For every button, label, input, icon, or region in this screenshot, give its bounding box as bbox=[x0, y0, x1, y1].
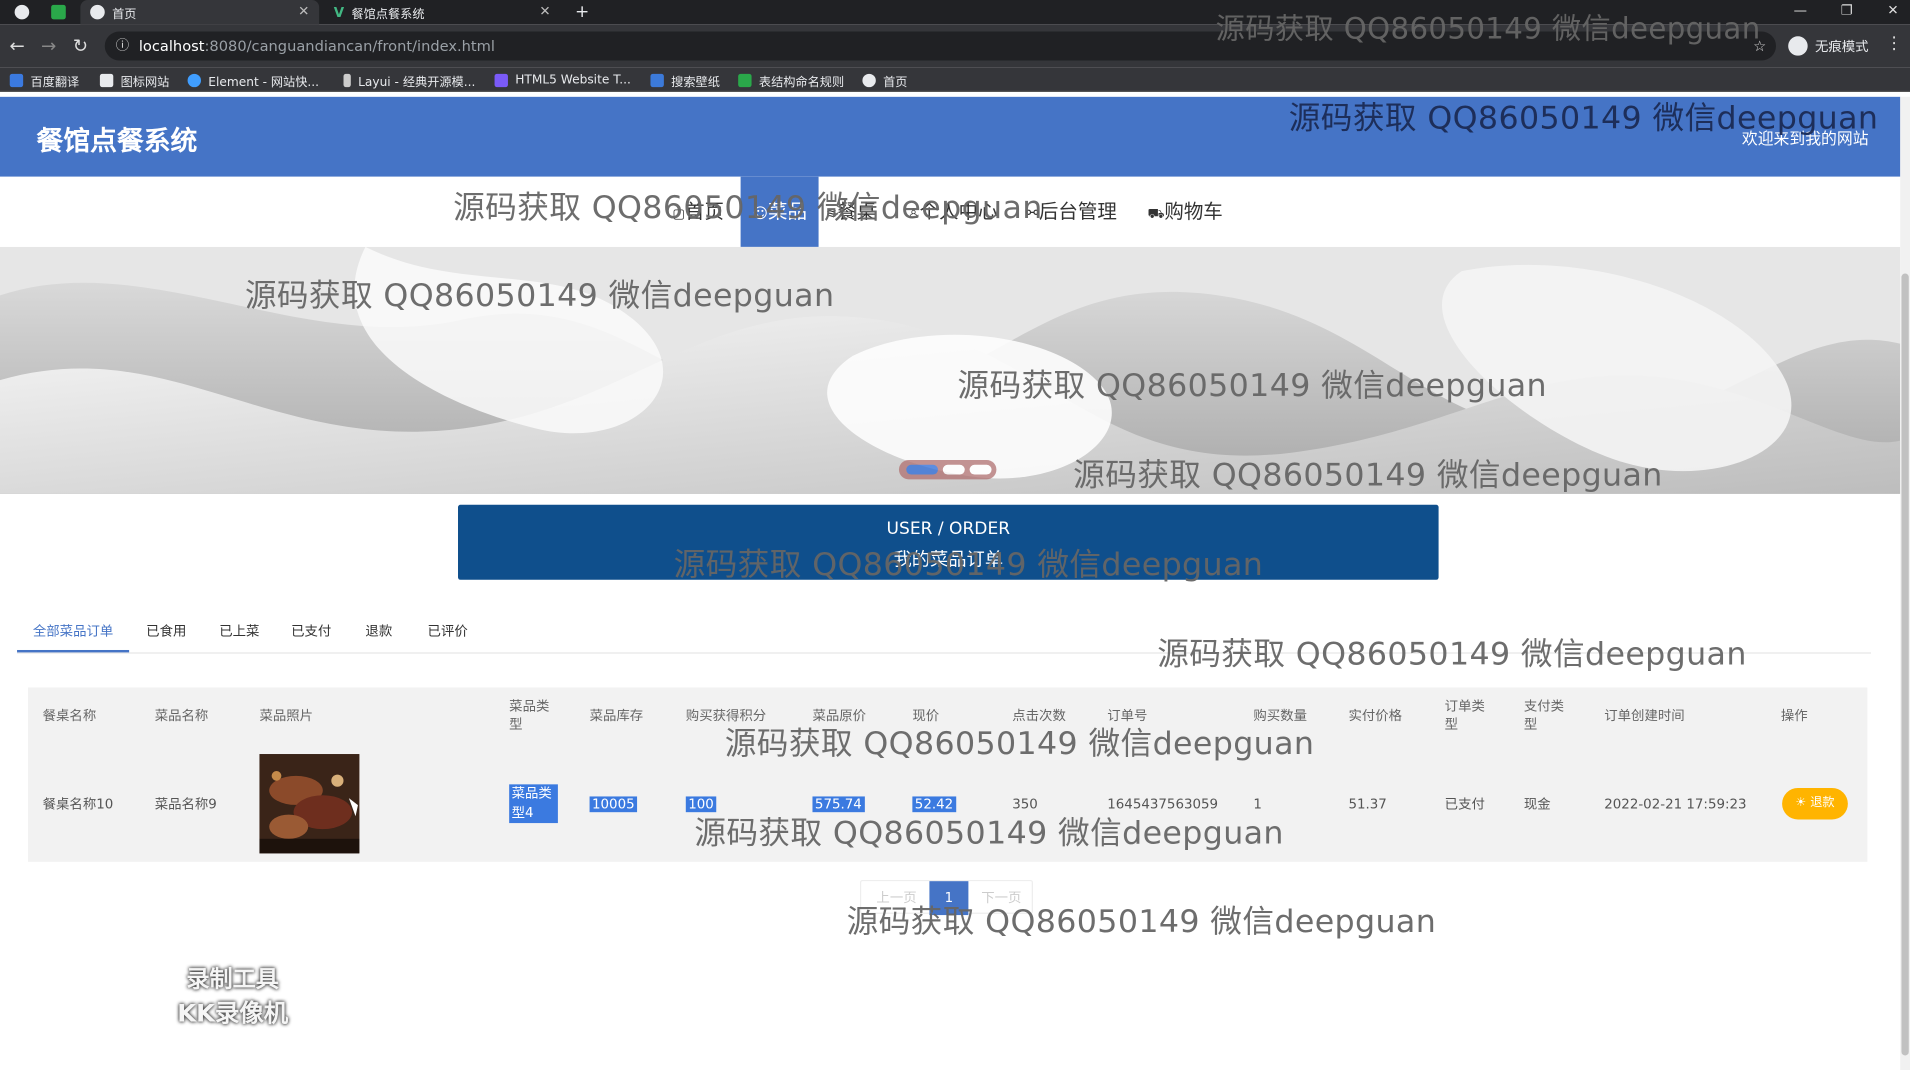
translate-icon bbox=[9, 73, 24, 87]
tab-label: 首页 bbox=[112, 7, 137, 22]
url-path: :8080/canguandiancan/front/index.html bbox=[204, 37, 495, 55]
tab-refund[interactable]: 退款 bbox=[365, 615, 392, 653]
refund-button[interactable]: ☀ 退款 bbox=[1782, 787, 1848, 820]
tab-eaten[interactable]: 已食用 bbox=[146, 615, 186, 653]
column-header: 菜品库存 bbox=[589, 707, 644, 724]
tab-all-orders[interactable]: 全部菜品订单 bbox=[17, 615, 130, 653]
watermark-text: 源码获取 QQ86050149 微信deepguan bbox=[453, 190, 1043, 227]
bookmark-item[interactable]: HTML5 Website T... bbox=[494, 70, 631, 89]
browser-menu-kebab-icon[interactable]: ⋮ bbox=[1886, 34, 1903, 53]
reload-icon[interactable]: ↻ bbox=[68, 34, 92, 58]
browser-menu-icon[interactable] bbox=[14, 4, 30, 20]
sheet-icon bbox=[738, 73, 752, 87]
watermark-text: 源码获取 QQ86050149 微信deepguan bbox=[694, 815, 1284, 853]
carousel-dot-3[interactable] bbox=[969, 464, 992, 475]
carousel-dot-1[interactable] bbox=[906, 464, 938, 475]
browser-tab-system[interactable]: V 餐馆点餐系统 ✕ bbox=[324, 0, 560, 24]
bookmark-item[interactable]: Layui - 经典开源模... bbox=[343, 70, 475, 89]
close-tab-icon[interactable]: ✕ bbox=[539, 4, 550, 20]
bookmark-item[interactable]: 表结构命名规则 bbox=[738, 70, 844, 89]
minimize-icon[interactable]: — bbox=[1778, 0, 1822, 24]
section-title-en: USER / ORDER bbox=[886, 519, 1011, 539]
column-header: 菜品类型 bbox=[509, 698, 550, 733]
watermark-text: 源码获取 QQ86050149 微信deepguan bbox=[673, 547, 1264, 584]
nav-item-cart[interactable]: ⛟购物车 bbox=[1147, 177, 1222, 247]
dish-photo bbox=[259, 754, 360, 854]
new-tab-button[interactable]: + bbox=[565, 0, 597, 24]
column-header: 菜品照片 bbox=[259, 707, 314, 724]
column-header: 实付价格 bbox=[1348, 707, 1403, 724]
cell-paid: 51.37 bbox=[1348, 795, 1387, 812]
column-header: 订单创建时间 bbox=[1604, 707, 1685, 724]
screen: 首页 ✕ V 餐馆点餐系统 ✕ + — ❐ ✕ ← → ↻ ⓘ localhos… bbox=[0, 0, 1910, 1070]
cell-created: 2022-02-21 17:59:23 bbox=[1604, 795, 1747, 812]
url-host: localhost bbox=[138, 37, 205, 55]
bookmark-item[interactable]: 百度翻译 bbox=[9, 70, 79, 89]
cell-dish-type: 菜品类型4 bbox=[509, 753, 558, 855]
close-tab-icon[interactable]: ✕ bbox=[298, 4, 309, 20]
refund-icon: ☀ bbox=[1795, 796, 1807, 810]
bookmarks-bar: 百度翻译 图标网站 Element - 网站快... Layui - 经典开源模… bbox=[0, 67, 1910, 92]
watermark-text: 源码获取 QQ86050149 微信deepguan bbox=[724, 726, 1315, 763]
scrollbar-thumb[interactable] bbox=[1901, 273, 1909, 1056]
cell-pay-type: 现金 bbox=[1523, 796, 1551, 813]
column-header: 餐桌名称 bbox=[42, 707, 97, 724]
cell-stock: 10005 bbox=[589, 753, 638, 855]
column-header: 菜品名称 bbox=[154, 707, 209, 724]
watermark-text: 源码获取 QQ86050149 微信deepguan bbox=[244, 278, 835, 315]
restore-icon[interactable]: ❐ bbox=[1825, 0, 1869, 24]
layui-icon bbox=[343, 73, 351, 87]
watermark-text: 源码获取 QQ86050149 微信deepguan bbox=[1157, 636, 1747, 673]
globe-icon bbox=[90, 4, 105, 20]
forward-icon[interactable]: → bbox=[37, 34, 61, 58]
watermark-text: 源码获取 QQ86050149 微信deepguan bbox=[846, 904, 1437, 941]
wallpaper-icon bbox=[650, 73, 664, 87]
carousel-indicators bbox=[898, 459, 997, 480]
tab-served[interactable]: 已上菜 bbox=[219, 615, 259, 653]
bookmark-item[interactable]: 图标网站 bbox=[99, 70, 169, 89]
tab-reviewed[interactable]: 已评价 bbox=[428, 615, 468, 653]
tab-label: 餐馆点餐系统 bbox=[351, 7, 425, 22]
bookmark-item[interactable]: 首页 bbox=[862, 70, 907, 89]
column-header: 订单类型 bbox=[1444, 698, 1485, 733]
cell-dish-name: 菜品名称9 bbox=[154, 796, 217, 813]
column-header: 支付类型 bbox=[1523, 698, 1565, 733]
incognito-indicator[interactable]: 无痕模式 bbox=[1788, 31, 1869, 60]
site-title: 餐馆点餐系统 bbox=[36, 127, 198, 158]
incognito-icon bbox=[1788, 36, 1808, 56]
cart-icon: ⛟ bbox=[1147, 205, 1165, 222]
back-icon[interactable]: ← bbox=[5, 34, 29, 58]
cell-order-type: 已支付 bbox=[1444, 796, 1485, 813]
site-info-icon[interactable]: ⓘ bbox=[116, 31, 129, 60]
incognito-label: 无痕模式 bbox=[1814, 38, 1869, 55]
bookmark-item[interactable]: 搜索壁纸 bbox=[650, 70, 720, 89]
vue-icon: V bbox=[333, 4, 345, 20]
column-header: 操作 bbox=[1780, 707, 1808, 724]
tab-paid[interactable]: 已支付 bbox=[291, 615, 331, 653]
carousel-dot-2[interactable] bbox=[942, 464, 965, 475]
flag-icon bbox=[99, 73, 114, 87]
bookmark-item[interactable]: Element - 网站快... bbox=[187, 70, 319, 89]
close-window-icon[interactable]: ✕ bbox=[1871, 0, 1910, 24]
html5-icon bbox=[494, 73, 508, 87]
watermark-text: 源码获取 QQ86050149 微信deepguan bbox=[1288, 100, 1879, 137]
globe-icon bbox=[862, 73, 876, 87]
browser-tab-home[interactable]: 首页 ✕ bbox=[80, 0, 320, 25]
cell-table-name: 餐桌名称10 bbox=[42, 796, 114, 813]
element-icon bbox=[187, 73, 201, 87]
app-icon[interactable] bbox=[51, 4, 66, 20]
recorder-watermark: 录制工具 KK录像机 bbox=[177, 965, 289, 1028]
watermark-text: 源码获取 QQ86050149 微信deepguan bbox=[957, 367, 1547, 405]
watermark-text: 源码获取 QQ86050149 微信deepguan bbox=[1073, 457, 1663, 494]
watermark-text: 源码获取 QQ86050149 微信deepguan bbox=[1215, 12, 1761, 46]
grilled-meat-image bbox=[259, 754, 360, 854]
